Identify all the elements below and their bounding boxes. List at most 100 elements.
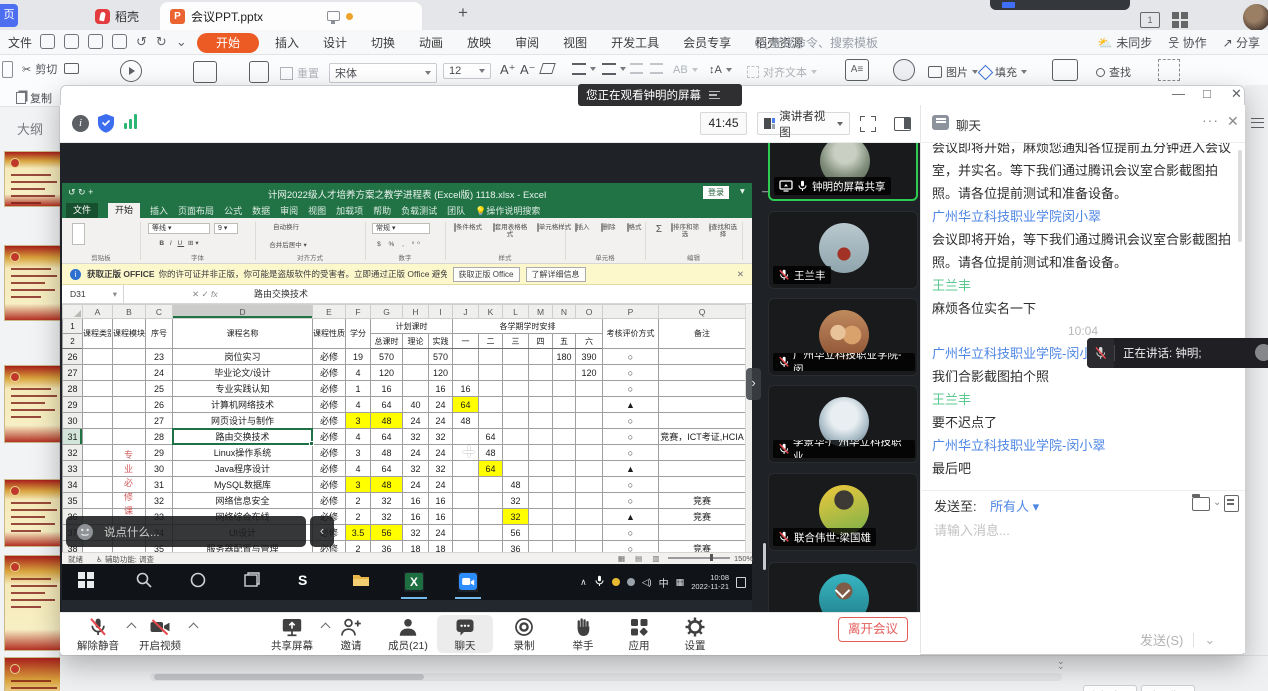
maximize-button[interactable]: □ <box>1203 86 1211 101</box>
notification-icon[interactable] <box>736 577 746 588</box>
security-shield-icon[interactable] <box>97 113 115 133</box>
picture-button[interactable]: 图片 <box>928 64 978 80</box>
tray-mic-icon[interactable] <box>594 575 605 589</box>
col-I[interactable]: I <box>429 305 453 319</box>
col-C[interactable]: C <box>146 305 173 319</box>
font-name-select[interactable]: 宋体 <box>329 63 437 83</box>
menu-item-切换[interactable]: 切换 <box>371 34 395 51</box>
clear-format-icon[interactable] <box>541 63 554 74</box>
table-row[interactable]: 2623岗位实习必修19570570180390○ <box>63 349 746 365</box>
scroll-down-icon[interactable]: ⌄⌄ <box>1057 659 1065 669</box>
excel-menu-数据[interactable]: 数据 <box>252 204 270 217</box>
reset-button[interactable]: 重置 <box>280 65 319 81</box>
excel-ribbon-options-icon[interactable]: ▾ <box>740 186 745 197</box>
excel-menu-公式[interactable]: 公式 <box>224 204 242 217</box>
excel-login-button[interactable]: 登录 <box>703 186 729 199</box>
excel-merge-center[interactable]: 合并后居中 ▾ <box>260 242 316 249</box>
get-office-button[interactable]: 获取正版 Office <box>453 267 520 282</box>
tray-keyboard-icon[interactable]: ▦ <box>676 577 685 588</box>
tray-chevron-icon[interactable]: ∧ <box>580 577 587 588</box>
hamburger-icon[interactable] <box>1251 118 1264 128</box>
col-F[interactable]: F <box>346 305 371 319</box>
col-K[interactable]: K <box>479 305 503 319</box>
excel-menu-团队[interactable]: 团队 <box>447 204 465 217</box>
control-invite[interactable]: 邀请 <box>323 615 379 653</box>
ime-indicator[interactable]: 中 <box>659 575 669 590</box>
single-page-view-icon[interactable]: 1 <box>1140 12 1160 28</box>
paste-icon[interactable] <box>2 61 13 78</box>
wps-document-tab[interactable]: P 会议PPT.pptx <box>160 2 422 30</box>
menu-start-active[interactable]: 开始 <box>197 33 259 53</box>
excel-menu-视图[interactable]: 视图 <box>308 204 326 217</box>
numbered-list-icon[interactable] <box>602 63 626 75</box>
share-button[interactable]: ↗ 分享 <box>1223 34 1260 51</box>
zoom-slider-thumb[interactable] <box>710 554 713 561</box>
menu-item-开发工具[interactable]: 开发工具 <box>611 34 659 51</box>
menu-item-插入[interactable]: 插入 <box>275 34 299 51</box>
emoji-icon[interactable] <box>76 523 94 541</box>
format-painter-icon[interactable] <box>64 63 79 74</box>
excel-bold-italic-underline[interactable]: B I U ⊞▾ <box>150 240 210 247</box>
excel-conditional-format[interactable]: 条件格式 <box>450 224 486 231</box>
select-tool-icon[interactable] <box>1158 59 1180 81</box>
excel-menu-审阅[interactable]: 审阅 <box>280 204 298 217</box>
excel-format-cells[interactable]: 格式 <box>622 224 646 231</box>
slide-thumbnail[interactable] <box>4 151 68 207</box>
menu-file[interactable]: 文件 <box>8 34 32 51</box>
send-to-select[interactable]: 所有人 ▾ <box>990 496 1039 515</box>
slide-thumbnail[interactable] <box>4 245 68 321</box>
learn-more-button[interactable]: 了解详细信息 <box>526 267 586 282</box>
excel-name-box[interactable]: D31▾ <box>62 285 124 304</box>
excel-sort-filter[interactable]: 排序和筛选 <box>668 224 702 239</box>
sync-status[interactable]: ⛅ 未同步 <box>1098 34 1152 51</box>
find-button[interactable]: 查找 <box>1096 64 1131 80</box>
menu-item-设计[interactable]: 设计 <box>323 34 347 51</box>
control-camoff[interactable]: 开启视频 <box>132 615 188 653</box>
start-icon[interactable] <box>78 572 98 592</box>
menu-item-审阅[interactable]: 审阅 <box>515 34 539 51</box>
excel-delete-cells[interactable]: 删除 <box>596 224 620 231</box>
col-E[interactable]: E <box>313 305 346 319</box>
excel-menu-加载项[interactable]: 加载项 <box>336 204 363 217</box>
col-O[interactable]: O <box>576 305 603 319</box>
formula-value[interactable]: 路由交换技术 <box>254 285 308 304</box>
font-size-select[interactable]: 12 <box>443 63 491 79</box>
line-spacing-icon[interactable]: ↕A <box>709 64 732 76</box>
participant-tile[interactable]: 王兰丰 <box>768 211 918 289</box>
slide-thumbnail[interactable] <box>4 657 68 691</box>
control-apps[interactable]: 应用 <box>611 615 667 653</box>
cortana-icon[interactable] <box>190 572 210 592</box>
user-avatar[interactable] <box>1243 4 1268 31</box>
reset-background-button[interactable]: 重置背景 <box>1141 685 1195 691</box>
table-row[interactable]: 3027网页设计与制作必修348242448○ <box>63 413 746 429</box>
decrease-indent-icon[interactable] <box>630 63 643 74</box>
redo-icon[interactable]: ↻ <box>156 34 167 50</box>
excel-font-select[interactable]: 等线 ▾ <box>148 223 210 234</box>
excel-paste-icon[interactable] <box>72 223 85 245</box>
network-signal-icon[interactable] <box>124 114 140 129</box>
slide-layout-icon[interactable] <box>249 61 269 83</box>
chat-messages[interactable]: 会议即将开始，麻烦您通知各位提前五分钟进入会议室，并实名。等下我们通过腾讯会议室… <box>932 143 1234 488</box>
menu-item-动画[interactable]: 动画 <box>419 34 443 51</box>
undo-icon[interactable]: ↺ <box>136 34 147 50</box>
decrease-font-icon[interactable]: A⁻ <box>520 62 536 78</box>
table-row[interactable]: 3532网络信息安全必修232161632○竞赛 <box>63 493 746 509</box>
zoom-slider[interactable] <box>668 557 730 559</box>
menu-item-视图[interactable]: 视图 <box>563 34 587 51</box>
col-J[interactable]: J <box>453 305 479 319</box>
banner-menu-icon[interactable] <box>709 91 720 99</box>
control-record[interactable]: 录制 <box>496 615 552 653</box>
excel-vertical-scrollbar[interactable] <box>745 304 752 552</box>
table-row[interactable]: 2724毕业论文/设计必修4120120120○ <box>63 365 746 381</box>
text-box-icon[interactable]: A≡ <box>845 59 869 81</box>
excel-number-format[interactable]: 常规 ▾ <box>372 223 430 234</box>
print-icon[interactable] <box>88 34 103 49</box>
excel-number-buttons[interactable]: $ % , ⁰⁰ <box>377 241 423 248</box>
excel-find-select[interactable]: 查找和选择 <box>706 224 740 239</box>
fill-handle[interactable] <box>309 441 314 446</box>
announcement-icon[interactable] <box>1224 495 1239 512</box>
preview-icon[interactable] <box>112 34 127 49</box>
slide-thumbnail[interactable] <box>4 479 68 547</box>
excel-wrap-text[interactable]: 自动换行 <box>262 224 310 231</box>
table-row[interactable]: 2825专业实践认知必修1161616○ <box>63 381 746 397</box>
